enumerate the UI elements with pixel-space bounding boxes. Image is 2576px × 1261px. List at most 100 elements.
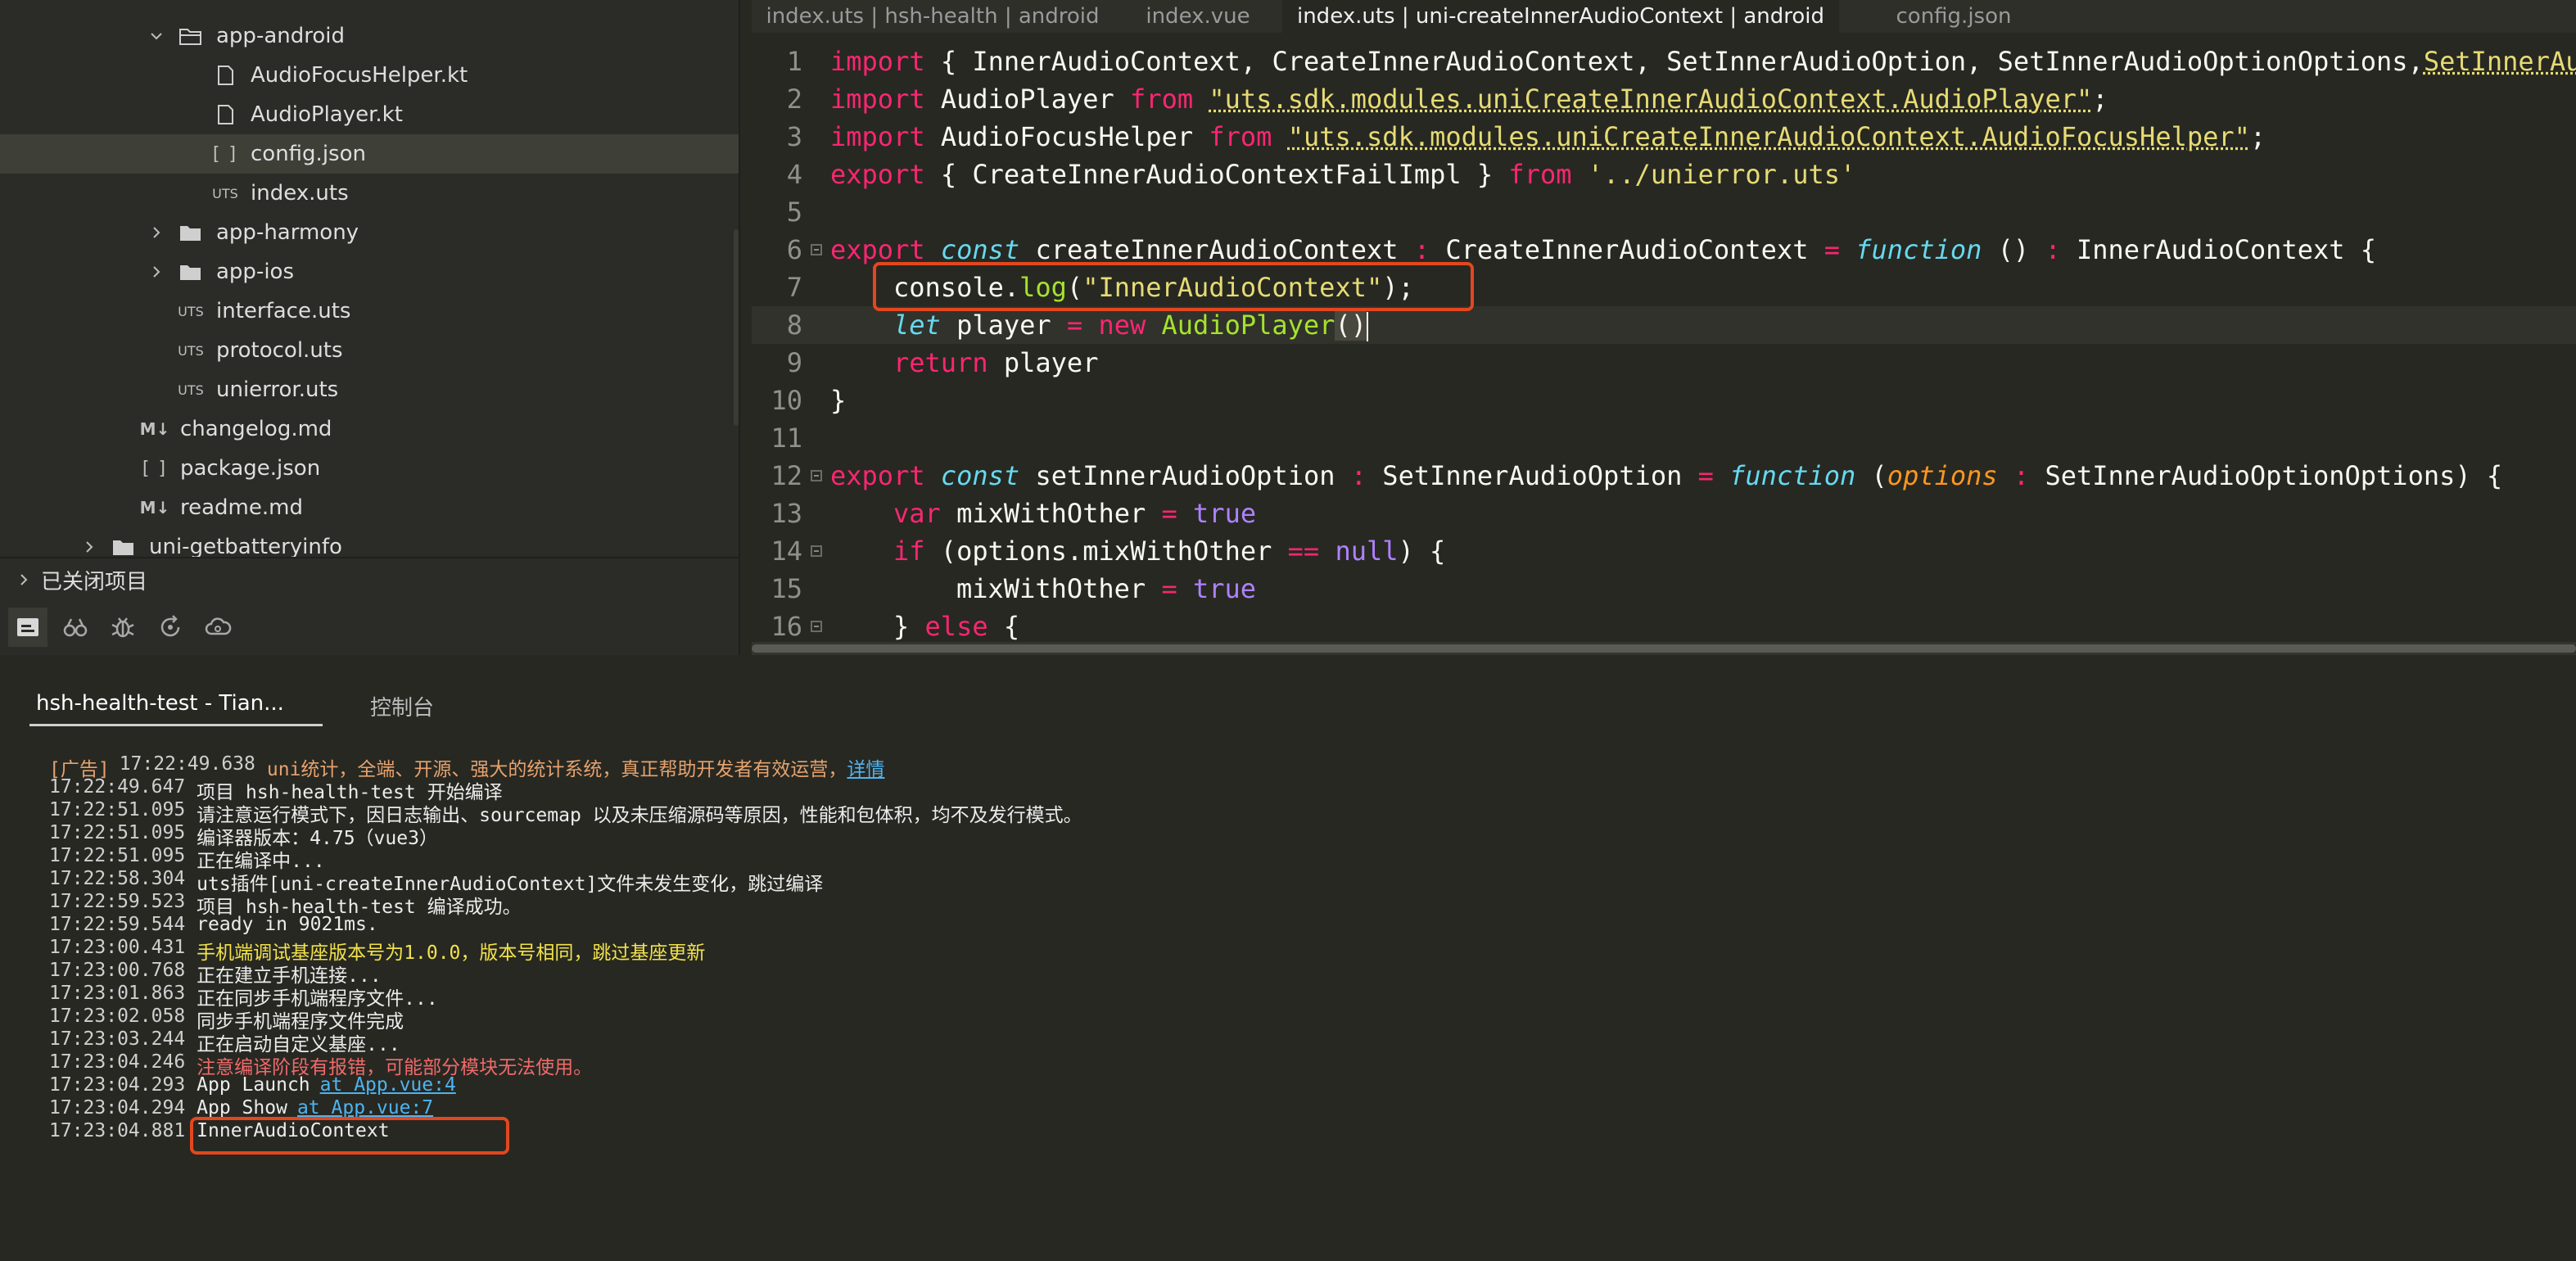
tab-run-log[interactable]: hsh-health-test - Tian... — [29, 691, 323, 726]
line-number: 14 — [771, 536, 802, 567]
line-number: 5 — [786, 197, 802, 228]
log-timestamp: 17:23:03.244 — [49, 1028, 186, 1050]
log-timestamp: 17:22:49.638 — [119, 753, 255, 775]
annotation-highlight-console — [190, 1117, 509, 1155]
tree-item-audioplayer-kt[interactable]: AudioPlayer.kt — [0, 95, 739, 134]
code-line[interactable]: 1 import { InnerAudioContext, CreateInne… — [752, 43, 2576, 80]
tree-item-config-json[interactable]: [ ] config.json — [0, 134, 739, 174]
tree-item-unierror-uts[interactable]: UTS unierror.uts — [0, 370, 739, 409]
tree-item-protocol-uts[interactable]: UTS protocol.uts — [0, 331, 739, 370]
log-timestamp: 17:23:00.431 — [49, 937, 186, 958]
line-number: 16 — [771, 611, 802, 640]
cloud-icon[interactable] — [198, 608, 237, 647]
log-text: 项目 hsh-health-test 开始编译 — [197, 782, 503, 803]
markdown-file-icon: M↓ — [139, 419, 170, 439]
folder-icon — [177, 222, 205, 243]
log-line-error: 17:23:04.246 注意编译阶段有报错，可能部分模块无法使用。 — [49, 1051, 2555, 1078]
tree-item-audiofocushelper-kt[interactable]: AudioFocusHelper.kt — [0, 56, 739, 95]
code-line[interactable]: 3 import AudioFocusHelper from "uts.sdk.… — [752, 118, 2576, 156]
log-timestamp: 17:23:04.881 — [49, 1120, 186, 1141]
uts-file-icon: UTS — [212, 185, 238, 201]
line-number: 2 — [786, 84, 802, 115]
code-line[interactable]: 15 mixWithOther = true — [752, 570, 2576, 608]
log-timestamp: 17:22:59.523 — [49, 891, 186, 912]
log-text: uni统计，全端、开源、强大的统计系统，真正帮助开发者有效运营， — [266, 759, 847, 780]
log-text: 正在启动自定义基座... — [197, 1034, 400, 1055]
code-text: mixWithOther = true — [956, 573, 1257, 604]
console-log[interactable]: [广告] 17:22:49.638 uni统计，全端、开源、强大的统计系统，真正… — [49, 753, 2555, 1143]
file-icon — [211, 104, 239, 125]
log-text: 项目 hsh-health-test 编译成功。 — [197, 897, 522, 918]
tab-index-uts-hsh-health[interactable]: index.uts | hsh-health | android — [752, 0, 1114, 33]
log-text: uts插件[uni-createInnerAudioContext]文件未发生变… — [197, 874, 824, 895]
file-tree: app-android AudioFocusHelper.kt AudioPla… — [0, 16, 739, 557]
tree-item-readme-md[interactable]: M↓ readme.md — [0, 488, 739, 527]
line-number: 15 — [771, 573, 802, 604]
tree-item-label: index.uts — [251, 181, 349, 206]
code-text: if (options.mixWithOther == null) { — [893, 536, 1446, 567]
log-line: [广告] 17:22:49.638 uni统计，全端、开源、强大的统计系统，真正… — [49, 753, 2555, 780]
fold-toggle-icon[interactable] — [802, 621, 830, 632]
refresh-icon[interactable] — [151, 608, 190, 647]
fold-toggle-icon[interactable] — [802, 244, 830, 255]
tree-item-uni-getbatteryinfo[interactable]: uni-getbatteryinfo — [0, 527, 739, 557]
code-text: import { InnerAudioContext, CreateInnerA… — [830, 46, 2576, 77]
tree-item-label: changelog.md — [180, 417, 332, 441]
log-line: 17:22:59.523 项目 hsh-health-test 编译成功。 — [49, 891, 2555, 918]
bug-icon[interactable] — [103, 608, 142, 647]
tree-item-label: interface.uts — [216, 299, 351, 323]
log-timestamp: 17:23:04.293 — [49, 1074, 186, 1096]
tree-item-app-android[interactable]: app-android — [0, 16, 739, 56]
code-line[interactable]: 9 return player — [752, 344, 2576, 382]
tree-item-package-json[interactable]: [ ] package.json — [0, 449, 739, 488]
tab-config-json[interactable]: config.json — [1839, 0, 2068, 33]
code-line[interactable]: 16 } else { — [752, 608, 2576, 640]
code-line[interactable]: 10 } — [752, 382, 2576, 419]
tree-item-app-harmony[interactable]: app-harmony — [0, 213, 739, 252]
project-manager-icon[interactable] — [8, 608, 47, 647]
project-sidebar: app-android AudioFocusHelper.kt AudioPla… — [0, 0, 740, 655]
log-timestamp: 17:23:02.058 — [49, 1006, 186, 1027]
code-line[interactable]: 5 — [752, 193, 2576, 231]
log-line: 17:22:51.095 请注意运行模式下，因日志输出、sourcemap 以及未… — [49, 799, 2555, 826]
tree-item-changelog-md[interactable]: M↓ changelog.md — [0, 409, 739, 449]
fold-toggle-icon[interactable] — [802, 545, 830, 557]
code-line[interactable]: 4 export { CreateInnerAudioContextFailIm… — [752, 156, 2576, 193]
tree-item-index-uts[interactable]: UTS index.uts — [0, 174, 739, 213]
line-number: 7 — [786, 272, 802, 303]
tree-scrollbar[interactable] — [734, 229, 739, 426]
tab-label: config.json — [1896, 4, 2012, 29]
tree-item-label: config.json — [251, 142, 366, 166]
editor-horizontal-scrollbar[interactable] — [752, 642, 2576, 655]
tab-console[interactable]: 控制台 — [370, 691, 434, 721]
code-line[interactable]: 2 import AudioPlayer from "uts.sdk.modul… — [752, 80, 2576, 118]
markdown-file-icon: M↓ — [139, 498, 170, 518]
log-link[interactable]: 详情 — [847, 753, 884, 780]
code-line[interactable]: 12 export const setInnerAudioOption : Se… — [752, 457, 2576, 495]
log-timestamp: 17:22:59.544 — [49, 914, 186, 935]
log-line: 17:22:49.647 项目 hsh-health-test 开始编译 — [49, 776, 2555, 803]
tab-label: index.vue — [1146, 4, 1250, 29]
code-line-current[interactable]: 8 let player = new AudioPlayer() — [752, 306, 2576, 344]
folder-icon — [177, 261, 205, 282]
scrollbar-thumb[interactable] — [752, 644, 2576, 653]
code-line[interactable]: 14 if (options.mixWithOther == null) { — [752, 532, 2576, 570]
log-source-link[interactable]: at App.vue:4 — [320, 1074, 456, 1097]
code-line[interactable]: 11 — [752, 419, 2576, 457]
log-line: 17:23:01.863 正在同步手机端程序文件... — [49, 983, 2555, 1010]
code-area[interactable]: 1 import { InnerAudioContext, CreateInne… — [752, 43, 2576, 640]
json-file-icon: [ ] — [212, 143, 238, 165]
log-text: 注意编译阶段有报错，可能部分模块无法使用。 — [197, 1057, 593, 1078]
closed-projects-section[interactable]: 已关闭项目 — [0, 557, 739, 601]
fold-toggle-icon[interactable] — [802, 470, 830, 481]
json-file-icon: [ ] — [142, 458, 168, 479]
tree-item-interface-uts[interactable]: UTS interface.uts — [0, 292, 739, 331]
tree-item-label: package.json — [180, 456, 321, 481]
log-ad-prefix: [广告] — [49, 759, 110, 780]
tree-item-label: app-harmony — [216, 220, 359, 245]
tab-index-vue[interactable]: index.vue — [1114, 0, 1282, 33]
tree-item-app-ios[interactable]: app-ios — [0, 252, 739, 292]
code-line[interactable]: 13 var mixWithOther = true — [752, 495, 2576, 532]
binoculars-icon[interactable] — [56, 608, 95, 647]
tab-index-uts-uni-createinneraudiocontext[interactable]: index.uts | uni-createInnerAudioContext … — [1282, 0, 1839, 33]
